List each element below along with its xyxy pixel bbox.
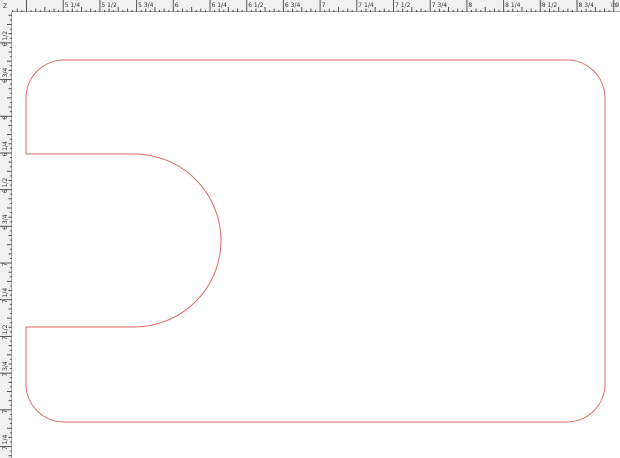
top-ruler-label: 7 xyxy=(322,2,326,9)
top-ruler-label: 6 1/2 xyxy=(248,2,264,9)
ruler-unit-label: in xyxy=(611,2,617,9)
top-ruler-label: 6 xyxy=(175,2,179,9)
top-ruler-label: 5 1/2 xyxy=(101,2,117,9)
design-canvas[interactable]: 5 1/4 5 1/2 5 3/4 6 6 1/4 6 1/2 6 3/4 7 7 1/4 7 1… xyxy=(0,0,620,458)
top-ruler-label: 8 1/2 xyxy=(542,2,558,9)
left-ruler-label: 7 1/4 xyxy=(2,288,9,304)
left-ruler-label: 6 1/2 xyxy=(2,178,9,194)
left-ruler-label: 6 xyxy=(2,116,9,120)
top-ruler-label: 7 3/4 xyxy=(432,2,448,9)
top-ruler-label: 7 1/2 xyxy=(395,2,411,9)
left-ruler-label: 6 1/2 xyxy=(2,31,9,47)
top-ruler-label: 8 1/4 xyxy=(505,2,521,9)
top-ruler-label: 8 xyxy=(468,2,472,9)
top-ruler-label: 8 3/4 xyxy=(579,2,595,9)
top-ruler[interactable]: 5 1/4 5 1/2 5 3/4 6 6 1/4 6 1/2 6 3/4 7 7 1/4 7 1… xyxy=(0,0,620,12)
top-ruler-label: 5 3/4 xyxy=(138,2,154,9)
left-ruler[interactable]: 6 1/2 6 3/4 6 6 1/4 6 1/2 6 3/4 7 7 1/4 7 1/2 7 3… xyxy=(0,0,12,458)
top-ruler-label: 6 3/4 xyxy=(285,2,301,9)
left-ruler-label: 7 1/4 xyxy=(2,434,9,450)
top-ruler-label: 7 1/4 xyxy=(358,2,374,9)
left-ruler-label: 7 xyxy=(2,409,9,413)
left-ruler-label: 6 1/4 xyxy=(2,141,9,157)
left-ruler-label: 7 1/2 xyxy=(2,324,9,340)
left-ruler-label: 6 3/4 xyxy=(2,214,9,230)
top-ruler-label: 5 1/4 xyxy=(65,2,81,9)
left-ruler-label: 7 3/4 xyxy=(2,361,9,377)
work-area[interactable] xyxy=(12,12,620,458)
left-ruler-label: 7 xyxy=(2,263,9,267)
ruler-origin-label: Z xyxy=(3,3,7,10)
top-ruler-label: 6 1/4 xyxy=(212,2,228,9)
left-ruler-label: 6 3/4 xyxy=(2,67,9,83)
